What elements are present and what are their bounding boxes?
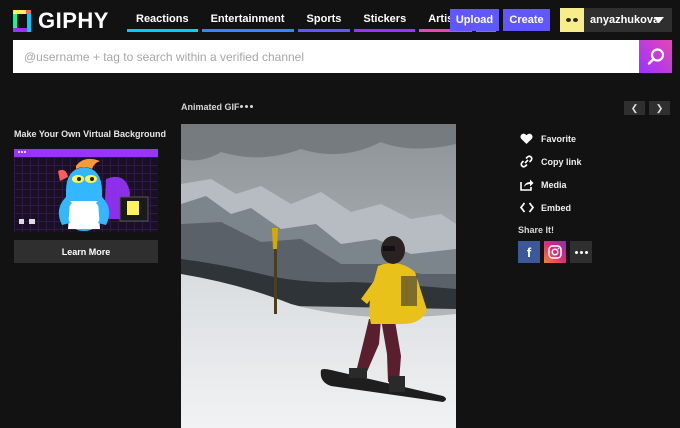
caret-down-icon [654, 17, 664, 23]
favorite-action[interactable]: Favorite [519, 127, 582, 150]
nav-entertainment[interactable]: Entertainment [201, 10, 294, 32]
media-action[interactable]: Media [519, 173, 582, 196]
facebook-icon: f [526, 244, 532, 260]
embed-action[interactable]: Embed [519, 196, 582, 219]
nav-reactions[interactable]: Reactions [127, 10, 198, 32]
action-label: Media [541, 179, 567, 190]
chevron-right-icon[interactable]: ❯ [649, 101, 670, 115]
create-button[interactable]: Create [503, 9, 550, 31]
top-header: GIPHY Reactions Entertainment Sports Sti… [0, 0, 680, 38]
nav-label: Sports [306, 13, 342, 25]
mascot-illustration [19, 158, 149, 231]
username: anyazhukova [590, 14, 660, 26]
nav-underline [201, 29, 294, 32]
main-nav: Reactions Entertainment Sports Stickers … [127, 10, 497, 32]
search-button[interactable] [639, 40, 672, 73]
instagram-icon [548, 245, 562, 259]
gif-title: Animated GIF [181, 102, 240, 112]
nav-underline [127, 29, 198, 32]
snowboarder-scene [181, 124, 456, 428]
logo-text: GIPHY [38, 8, 109, 33]
gif-image[interactable] [181, 124, 456, 428]
search-bar [13, 40, 639, 73]
upload-button[interactable]: Upload [450, 9, 499, 31]
user-menu[interactable]: anyazhukova [560, 8, 672, 32]
instagram-share-button[interactable] [544, 241, 566, 263]
nav-label: Stickers [363, 13, 407, 25]
nav-underline [297, 29, 351, 32]
more-share-options-icon[interactable] [570, 241, 592, 263]
link-icon [519, 155, 534, 169]
share-out-icon [519, 178, 534, 192]
nav-stickers[interactable]: Stickers [354, 10, 416, 32]
copy-link-action[interactable]: Copy link [519, 150, 582, 173]
action-label: Copy link [541, 156, 582, 167]
giphy-logo-icon [13, 10, 31, 32]
share-title: Share It! [518, 225, 555, 235]
nav-label: Entertainment [210, 13, 285, 25]
learn-more-button[interactable]: Learn More [14, 240, 158, 263]
avatar [560, 8, 584, 32]
facebook-share-button[interactable]: f [518, 241, 540, 263]
giphy-logo[interactable]: GIPHY [13, 8, 109, 34]
chevron-left-icon[interactable]: ❮ [624, 101, 645, 115]
action-label: Favorite [541, 133, 577, 144]
promo-title: Make Your Own Virtual Background [14, 129, 167, 139]
heart-icon [519, 132, 534, 146]
action-label: Embed [541, 202, 572, 213]
gif-actions: Favorite Copy link Media Embed [519, 127, 582, 219]
search-icon [647, 47, 664, 65]
search-input[interactable] [13, 40, 639, 73]
nav-underline [354, 29, 416, 32]
more-options-icon[interactable] [240, 105, 255, 108]
nav-label: Reactions [136, 13, 189, 25]
nav-sports[interactable]: Sports [297, 10, 351, 32]
virtual-background-promo-image[interactable] [14, 149, 158, 232]
code-icon [519, 201, 534, 215]
